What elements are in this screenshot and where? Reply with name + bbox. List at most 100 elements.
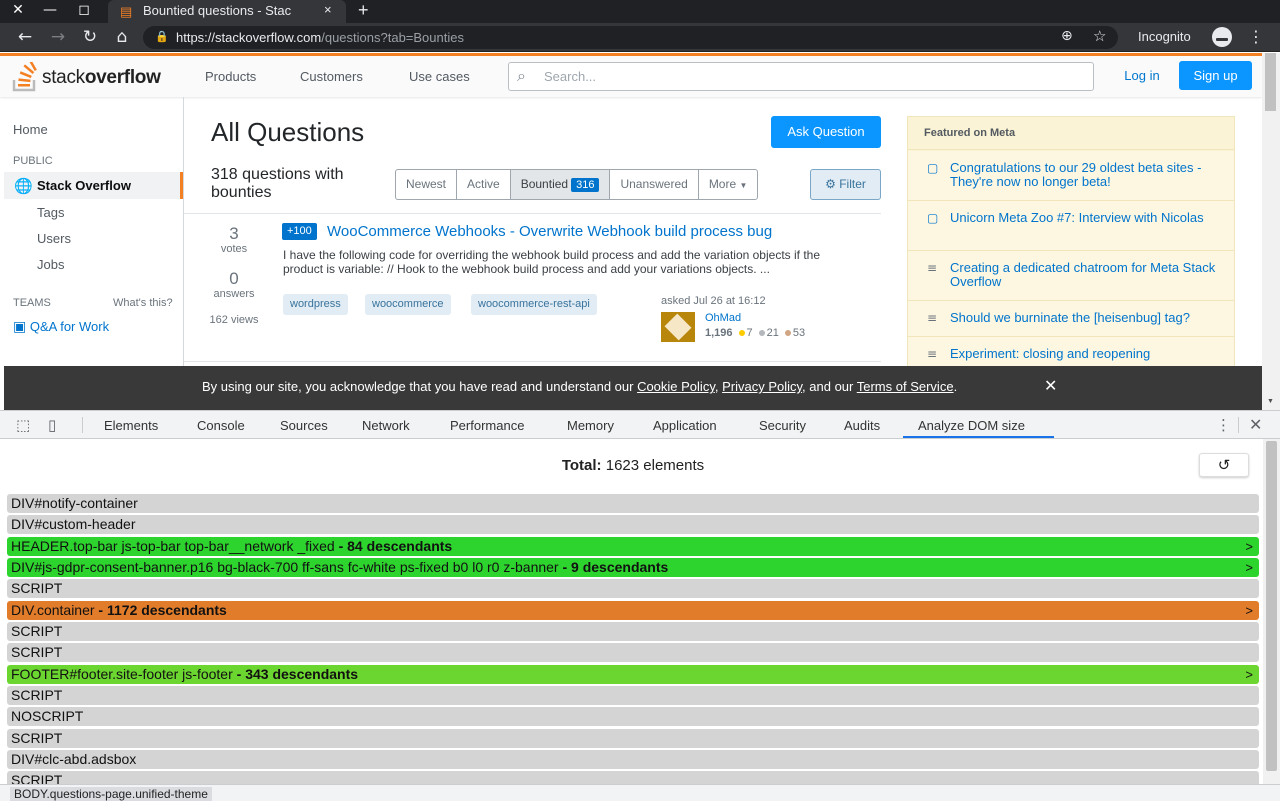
ask-question-button[interactable]: Ask Question	[771, 116, 881, 148]
refresh-button[interactable]: ↺	[1199, 453, 1249, 477]
tab-analyze-dom-size[interactable]: Analyze DOM size	[918, 418, 1025, 433]
tag-wordpress[interactable]: wordpress	[283, 294, 348, 315]
devtools-close-icon[interactable]: ✕	[1249, 415, 1262, 434]
dom-node-row[interactable]: HEADER.top-bar js-top-bar top-bar__netwo…	[7, 536, 1259, 556]
meta-item[interactable]: ≡ Creating a dedicated chatroom for Meta…	[908, 251, 1234, 301]
tab-audits[interactable]: Audits	[844, 418, 880, 433]
nav-stack-overflow-label: Stack Overflow	[37, 178, 131, 193]
dom-node-row[interactable]: FOOTER#footer.site-footer js-footer - 34…	[7, 664, 1259, 684]
meta-item-link[interactable]: Should we burninate the [heisenbug] tag?	[950, 311, 1225, 325]
expand-arrow-icon[interactable]: >	[1245, 665, 1253, 684]
tab-memory[interactable]: Memory	[567, 418, 614, 433]
dom-node-name: SCRIPT	[11, 623, 63, 640]
tab-newest[interactable]: Newest	[396, 170, 458, 199]
new-tab-button[interactable]: +	[358, 0, 369, 20]
scrollbar-thumb[interactable]	[1265, 53, 1276, 111]
qa-for-work-link[interactable]: ▣ Q&A for Work	[13, 319, 109, 335]
dom-node-name: SCRIPT	[11, 729, 63, 746]
tab-active[interactable]: Active	[457, 170, 511, 199]
nav-tags[interactable]: Tags	[37, 205, 64, 220]
window-maximize-button[interactable]: ◻	[70, 0, 98, 23]
window-close-button[interactable]: ✕	[4, 0, 32, 23]
chat-bubble-icon: ▢	[927, 211, 939, 225]
dom-node-row[interactable]: DIV#js-gdpr-consent-banner.p16 bg-black-…	[7, 558, 1259, 578]
nav-products[interactable]: Products	[205, 69, 256, 84]
descendant-count: - 9 descendants	[558, 559, 669, 576]
search-placeholder: Search...	[544, 69, 597, 84]
whats-this-link[interactable]: What's this?	[113, 297, 173, 309]
filter-button[interactable]: ⚙ Filter	[810, 169, 881, 200]
meta-item[interactable]: ▢ Unicorn Meta Zoo #7: Interview with Ni…	[908, 201, 1234, 251]
close-icon[interactable]: ✕	[1044, 376, 1057, 395]
incognito-label: Incognito	[1138, 29, 1191, 44]
dom-node-row: SCRIPT	[7, 771, 1259, 784]
browser-tab[interactable]: ▤ Bountied questions - Stac ×	[108, 0, 346, 23]
nav-use-cases[interactable]: Use cases	[409, 69, 470, 84]
window-minimize-button[interactable]: —	[36, 0, 64, 23]
scroll-down-arrow-icon[interactable]: ▼	[1267, 398, 1274, 405]
tab-more[interactable]: More ▼	[699, 170, 758, 199]
tab-close-icon[interactable]: ×	[324, 2, 332, 17]
tab-console[interactable]: Console	[197, 418, 245, 433]
nav-home[interactable]: Home	[13, 122, 48, 137]
chevron-down-icon: ▼	[739, 181, 748, 190]
nav-customers[interactable]: Customers	[300, 69, 363, 84]
forward-icon[interactable]: →	[46, 26, 70, 48]
answers-label: answers	[213, 288, 255, 300]
expand-arrow-icon[interactable]: >	[1245, 558, 1253, 577]
expand-arrow-icon[interactable]: >	[1245, 537, 1253, 556]
dom-node-row: SCRIPT	[7, 728, 1259, 748]
reload-icon[interactable]: ↻	[78, 26, 102, 48]
tag-woocommerce-rest-api[interactable]: woocommerce-rest-api	[471, 294, 597, 315]
home-icon[interactable]: ⌂	[110, 26, 134, 48]
user-name-link[interactable]: OhMad	[705, 312, 741, 324]
devtools-scrollbar[interactable]	[1263, 439, 1280, 784]
signup-button[interactable]: Sign up	[1179, 61, 1252, 90]
dom-node-row[interactable]: DIV.container - 1172 descendants >	[7, 600, 1259, 620]
reputation-score: 1,196	[705, 327, 733, 339]
tab-performance[interactable]: Performance	[450, 418, 524, 433]
search-input[interactable]: ⌕ Search...	[508, 62, 1094, 91]
login-button[interactable]: Log in	[1109, 61, 1175, 90]
nav-jobs[interactable]: Jobs	[37, 257, 64, 272]
meta-item-link[interactable]: Congratulations to our 29 oldest beta si…	[950, 161, 1225, 189]
expand-arrow-icon[interactable]: >	[1245, 601, 1253, 620]
meta-item-link[interactable]: Experiment: closing and reopening	[950, 347, 1225, 361]
tab-application[interactable]: Application	[653, 418, 717, 433]
tab-network[interactable]: Network	[362, 418, 410, 433]
incognito-icon[interactable]	[1212, 27, 1232, 47]
tab-security[interactable]: Security	[759, 418, 806, 433]
back-icon[interactable]: ←	[13, 26, 37, 48]
url-field[interactable]: 🔒 https://stackoverflow.com/questions?ta…	[143, 26, 1118, 49]
browser-menu-icon[interactable]: ⋮	[1248, 27, 1264, 46]
bookmark-star-icon[interactable]: ☆	[1093, 27, 1106, 45]
meta-item-link[interactable]: Unicorn Meta Zoo #7: Interview with Nico…	[950, 211, 1225, 225]
meta-item[interactable]: ▢ Congratulations to our 29 oldest beta …	[908, 151, 1234, 201]
tab-elements[interactable]: Elements	[104, 418, 158, 433]
devtools-panel: ⬚ ▯ Elements Console Sources Network Per…	[0, 410, 1280, 801]
devtools-menu-icon[interactable]: ⋮	[1216, 416, 1231, 434]
silver-badge-icon	[758, 329, 765, 336]
cookie-policy-link[interactable]: Cookie Policy	[637, 379, 715, 394]
page-scrollbar[interactable]: ▼	[1262, 53, 1280, 410]
question-title-link[interactable]: WooCommerce Webhooks - Overwrite Webhook…	[327, 223, 772, 240]
terms-of-service-link[interactable]: Terms of Service	[857, 379, 954, 394]
dom-node-name: DIV.container	[11, 601, 95, 618]
dom-node-name: DIV#js-gdpr-consent-banner.p16 bg-black-…	[11, 559, 559, 576]
meta-item[interactable]: ≡ Should we burninate the [heisenbug] ta…	[908, 301, 1234, 337]
tab-sources[interactable]: Sources	[280, 418, 328, 433]
nav-users[interactable]: Users	[37, 231, 71, 246]
tab-unanswered[interactable]: Unanswered	[610, 170, 699, 199]
zoom-icon[interactable]: ⊕	[1061, 28, 1073, 44]
tab-bountied[interactable]: Bountied 316	[510, 170, 611, 199]
breadcrumb[interactable]: BODY.questions-page.unified-theme	[10, 787, 212, 801]
inspect-element-icon[interactable]: ⬚	[16, 416, 30, 434]
device-toolbar-icon[interactable]: ▯	[48, 416, 56, 434]
avatar[interactable]	[661, 312, 695, 342]
nav-stack-overflow[interactable]: 🌐 Stack Overflow	[4, 172, 183, 199]
scrollbar-thumb[interactable]	[1266, 441, 1277, 771]
meta-item-link[interactable]: Creating a dedicated chatroom for Meta S…	[950, 261, 1225, 289]
privacy-policy-link[interactable]: Privacy Policy	[722, 379, 802, 394]
total-value: 1623 elements	[605, 457, 705, 474]
tag-woocommerce[interactable]: woocommerce	[365, 294, 451, 315]
